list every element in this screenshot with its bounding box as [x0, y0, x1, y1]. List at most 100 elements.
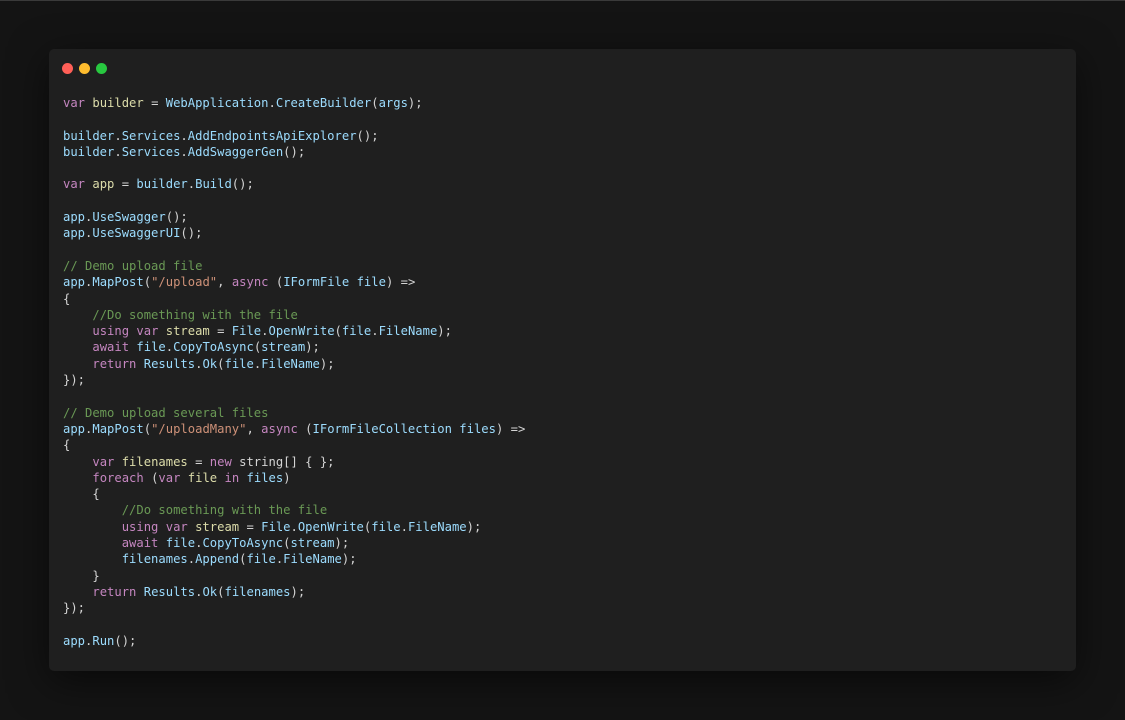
code-token: );	[407, 96, 423, 110]
code-line: await file.CopyToAsync(stream);	[63, 535, 525, 551]
code-token: filenames	[224, 584, 291, 599]
code-line: //Do something with the file	[63, 502, 525, 518]
maximize-button[interactable]	[96, 63, 107, 74]
code-window: var builder = WebApplication.CreateBuild…	[49, 49, 1076, 671]
code-token: }	[63, 568, 100, 583]
code-token: CopyToAsync	[173, 340, 254, 355]
code-token: File	[261, 519, 291, 534]
code-token: );	[305, 340, 320, 355]
code-token: app	[63, 275, 86, 290]
code-token: ,	[246, 421, 262, 436]
code-line: return Results.Ok(filenames);	[63, 584, 525, 600]
code-token: AddEndpointsApiExplorer	[187, 128, 357, 143]
code-line: using var stream = File.OpenWrite(file.F…	[63, 323, 525, 339]
code-token: .	[114, 128, 122, 143]
code-token: =	[209, 324, 232, 339]
code-token: File	[231, 324, 262, 339]
code-token: FileName	[261, 356, 320, 371]
code-token: file	[246, 552, 276, 567]
code-token: var	[63, 96, 86, 110]
code-token: Ok	[202, 356, 218, 371]
code-token: ) =>	[385, 275, 416, 290]
code-line: {	[63, 437, 525, 453]
code-line: app.MapPost("/uploadMany", async (IFormF…	[63, 421, 525, 437]
code-token: {	[63, 487, 100, 502]
code-token: ,	[217, 275, 232, 290]
code-token: .	[180, 144, 188, 159]
code-line: builder.Services.AddSwaggerGen();	[63, 144, 525, 160]
window-controls	[62, 63, 107, 74]
code-token: //Do something with the file	[92, 307, 298, 322]
code-token: Run	[92, 633, 115, 648]
code-token: (	[268, 275, 284, 290]
code-token: )	[283, 470, 291, 485]
code-token: {	[63, 291, 71, 306]
code-token: ) =>	[495, 421, 526, 436]
code-token: var	[92, 454, 115, 469]
code-line: {	[63, 486, 525, 502]
code-token: AddSwaggerGen	[187, 144, 284, 159]
code-token: in	[224, 470, 240, 485]
code-line: // Demo upload several files	[63, 405, 525, 421]
code-token: //Do something with the file	[121, 503, 328, 518]
code-token: .	[261, 324, 269, 339]
code-token: await	[121, 536, 159, 551]
code-token: =	[143, 96, 166, 110]
code-line: {	[63, 291, 525, 307]
code-token: using	[121, 519, 159, 534]
code-token: .	[187, 552, 196, 567]
code-line: var builder = WebApplication.CreateBuild…	[63, 95, 525, 111]
code-token: CopyToAsync	[202, 536, 284, 551]
code-token: file	[136, 340, 166, 355]
code-token: (	[297, 421, 313, 436]
code-line: builder.Services.AddEndpointsApiExplorer…	[63, 128, 525, 144]
code-token: .	[114, 144, 122, 159]
code-line: });	[63, 372, 525, 388]
code-line: filenames.Append(file.FileName);	[63, 551, 525, 567]
code-token: CreateBuilder	[275, 96, 372, 110]
code-token: .	[268, 96, 276, 110]
code-token: (	[143, 470, 159, 485]
code-token: app	[63, 421, 86, 436]
code-token: return	[92, 356, 137, 371]
code-token: using	[92, 324, 130, 339]
code-token: .	[290, 519, 298, 534]
code-token: OpenWrite	[297, 519, 364, 534]
code-token: Results	[143, 584, 196, 599]
code-token: MapPost	[92, 275, 144, 290]
code-token: Services	[121, 144, 181, 159]
code-token: file	[356, 275, 386, 290]
code-token: var	[165, 519, 188, 534]
code-token: {	[63, 438, 71, 453]
code-token: file	[341, 324, 372, 339]
code-token: =	[187, 454, 210, 469]
code-token: Services	[121, 128, 181, 143]
code-token: .	[371, 324, 379, 339]
code-token: });	[63, 601, 86, 616]
code-token: OpenWrite	[268, 324, 335, 339]
code-token: filenames	[121, 552, 188, 567]
code-token: builder	[63, 144, 115, 159]
code-token: ();	[114, 633, 137, 648]
minimize-button[interactable]	[79, 63, 90, 74]
close-button[interactable]	[62, 63, 73, 74]
code-token: WebApplication	[165, 96, 269, 110]
code-line: //Do something with the file	[63, 307, 525, 323]
code-token: .	[187, 177, 196, 192]
code-token: args	[378, 96, 408, 110]
code-token: "/uploadMany"	[151, 421, 247, 436]
